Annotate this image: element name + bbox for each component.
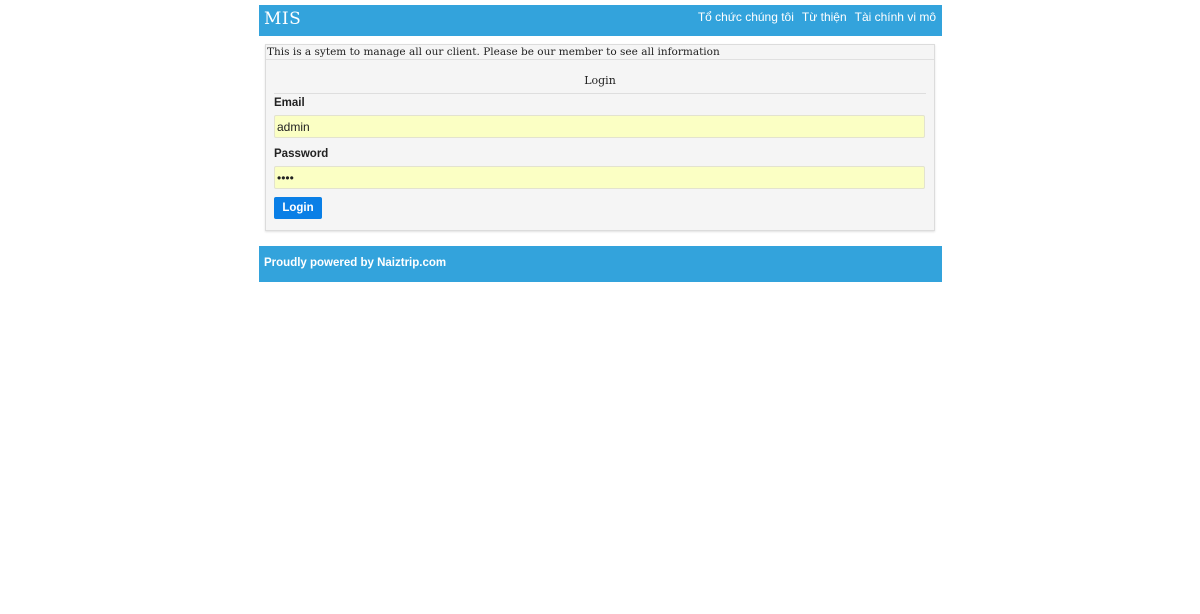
intro-text: This is a sytem to manage all our client…	[266, 45, 934, 60]
email-field[interactable]	[274, 115, 925, 138]
login-button[interactable]: Login	[274, 197, 322, 219]
brand-logo[interactable]: MIS	[264, 9, 301, 29]
footer-credit: Proudly powered by Naiztrip.com	[264, 257, 447, 269]
title-divider	[274, 93, 926, 94]
nav-item-tu-thien[interactable]: Từ thiện	[802, 10, 847, 24]
footer-bar: Proudly powered by Naiztrip.com	[259, 246, 942, 282]
nav-item-to-chuc[interactable]: Tổ chức chúng tôi	[698, 10, 794, 24]
password-field[interactable]	[274, 166, 925, 189]
email-label: Email	[274, 97, 305, 109]
login-title: Login	[584, 74, 616, 87]
login-panel: This is a sytem to manage all our client…	[265, 44, 935, 231]
nav-item-tai-chinh[interactable]: Tài chính vi mô	[855, 10, 936, 24]
top-navbar: MIS Tổ chức chúng tôi Từ thiện Tài chính…	[259, 5, 942, 36]
nav-menu: Tổ chức chúng tôi Từ thiện Tài chính vi …	[698, 10, 936, 24]
page-container: MIS Tổ chức chúng tôi Từ thiện Tài chính…	[259, 5, 942, 282]
password-label: Password	[274, 148, 329, 160]
